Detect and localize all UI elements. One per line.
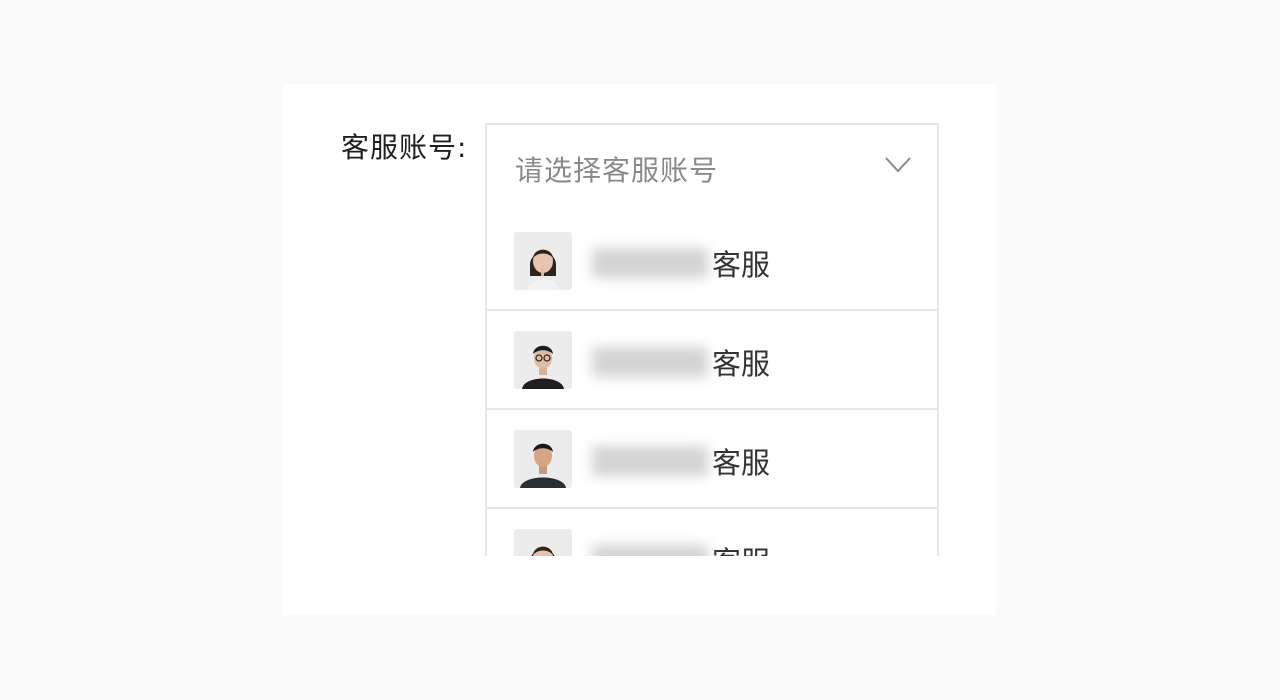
- option-name-suffix: 客服: [712, 545, 770, 556]
- option-item[interactable]: 客服: [485, 410, 939, 509]
- option-item[interactable]: 客服: [485, 311, 939, 410]
- obscured-name: [592, 347, 708, 377]
- obscured-name: [592, 446, 708, 476]
- option-label: 客服: [592, 539, 770, 556]
- option-item[interactable]: 客服: [485, 509, 939, 556]
- form-panel: 客服账号: 请选择客服账号 客服 客服 客服: [283, 84, 996, 615]
- option-label: 客服: [592, 341, 770, 383]
- obscured-name: [592, 248, 708, 278]
- select-dropdown-list[interactable]: 客服 客服 客服: [485, 212, 939, 556]
- chevron-down-icon[interactable]: [883, 155, 913, 175]
- obscured-name: [592, 545, 708, 556]
- woman-avatar: [514, 529, 572, 556]
- option-name-suffix: 客服: [712, 248, 771, 282]
- account-field-label: 客服账号:: [341, 131, 468, 164]
- man-avatar: [514, 430, 572, 488]
- option-name-suffix: 客服: [712, 347, 771, 381]
- woman-avatar: [514, 232, 572, 290]
- option-label: 客服: [592, 242, 770, 284]
- account-select[interactable]: 请选择客服账号: [485, 123, 939, 214]
- option-name-suffix: 客服: [712, 446, 771, 480]
- option-label: 客服: [592, 440, 770, 482]
- select-placeholder: 请选择客服账号: [515, 154, 719, 187]
- option-item[interactable]: 客服: [485, 212, 939, 311]
- man-glasses-avatar: [514, 331, 572, 389]
